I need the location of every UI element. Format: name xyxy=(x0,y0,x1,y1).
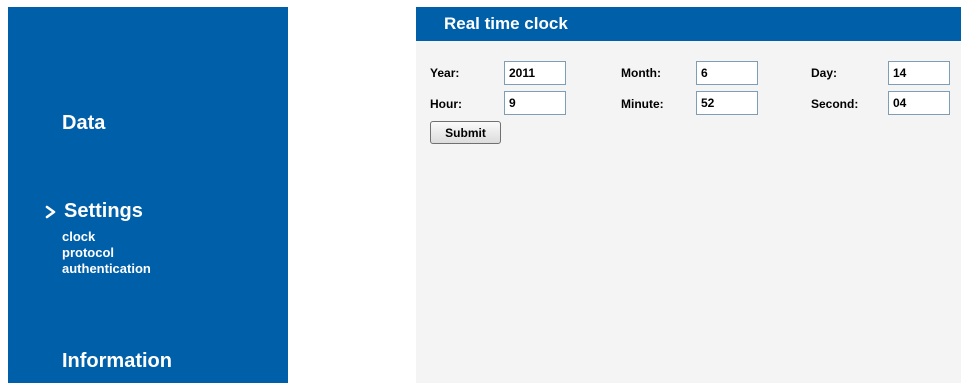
minute-input[interactable] xyxy=(696,91,758,115)
sidebar-item-data[interactable]: Data xyxy=(62,112,105,135)
main-panel: Real time clock Year: Month: Day: Hour: … xyxy=(416,7,961,383)
sidebar-item-settings[interactable]: Settings xyxy=(42,200,143,223)
second-input[interactable] xyxy=(888,91,950,115)
hour-label: Hour: xyxy=(430,97,462,111)
chevron-right-icon xyxy=(42,202,60,222)
subnav-item-protocol[interactable]: protocol xyxy=(62,245,151,261)
submit-button[interactable]: Submit xyxy=(430,121,501,144)
day-label: Day: xyxy=(811,66,838,80)
page-root: Data Settings clock protocol authenticat… xyxy=(0,0,961,383)
subnav-item-authentication[interactable]: authentication xyxy=(62,261,151,277)
hour-input[interactable] xyxy=(504,91,566,115)
month-label: Month: xyxy=(621,66,661,80)
year-label: Year: xyxy=(430,66,460,80)
year-input[interactable] xyxy=(504,61,566,85)
page-title: Real time clock xyxy=(416,7,961,41)
settings-subnav: clock protocol authentication xyxy=(62,229,151,277)
subnav-item-clock[interactable]: clock xyxy=(62,229,151,245)
sidebar: Data Settings clock protocol authenticat… xyxy=(8,7,288,383)
day-input[interactable] xyxy=(888,61,950,85)
sidebar-item-settings-label: Settings xyxy=(64,200,143,222)
second-label: Second: xyxy=(811,97,859,111)
sidebar-item-information[interactable]: Information xyxy=(62,350,172,373)
minute-label: Minute: xyxy=(621,97,664,111)
month-input[interactable] xyxy=(696,61,758,85)
